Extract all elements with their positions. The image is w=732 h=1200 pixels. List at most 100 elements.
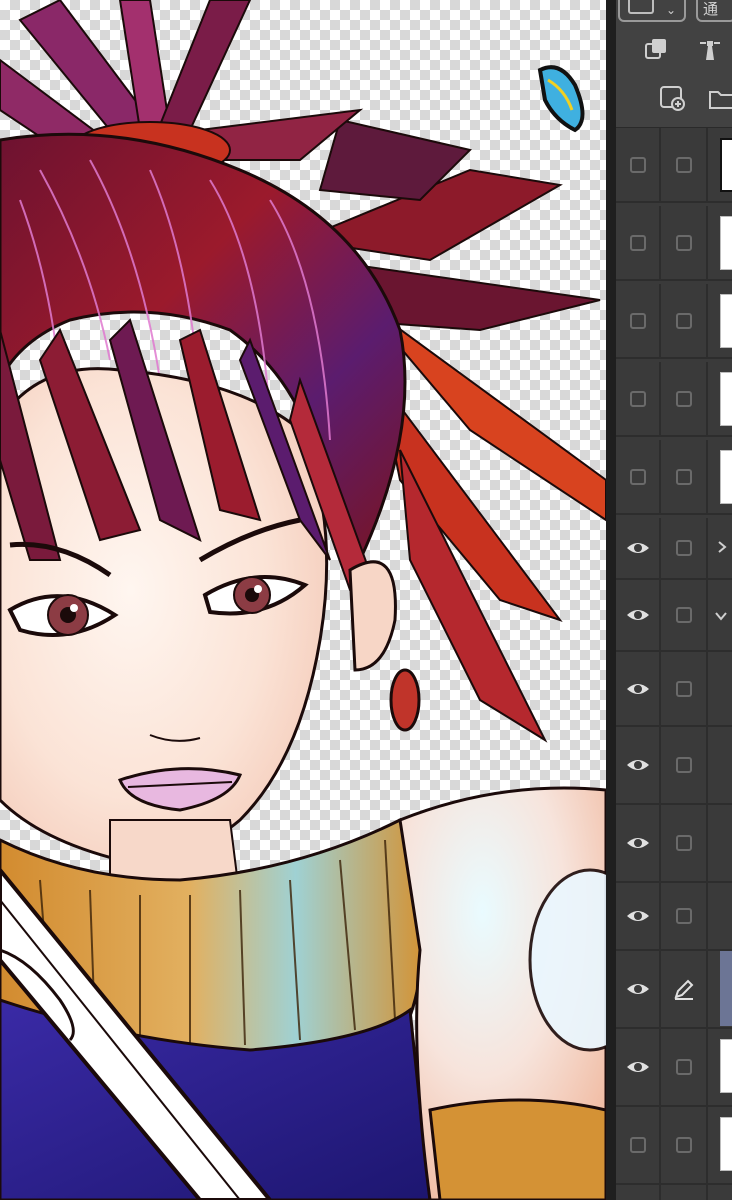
lock-checkbox[interactable] <box>675 835 692 851</box>
sleeve <box>428 1098 606 1200</box>
lighthouse-icon[interactable] <box>696 36 724 64</box>
character-illustration <box>0 0 606 1200</box>
layer-thumbnail <box>708 1107 732 1183</box>
lock-checkbox[interactable] <box>675 607 692 623</box>
layer-row[interactable] <box>616 206 732 281</box>
copy-layer-icon[interactable] <box>642 36 670 64</box>
layer-row[interactable] <box>616 362 732 437</box>
eye-icon[interactable] <box>626 681 650 697</box>
visibility-toggle[interactable] <box>616 1029 661 1105</box>
layer-row[interactable] <box>616 805 732 883</box>
folder-row[interactable] <box>616 518 732 580</box>
lock-toggle[interactable] <box>661 518 708 578</box>
visibility-toggle[interactable] <box>616 128 661 201</box>
layer-toolbar: ⌄ 通 <box>616 0 732 128</box>
eye-icon[interactable] <box>626 1059 650 1075</box>
visibility-checkbox[interactable] <box>629 312 646 329</box>
lock-toggle[interactable] <box>661 362 708 435</box>
lock-toggle[interactable] <box>661 284 708 357</box>
lock-toggle[interactable] <box>661 128 708 201</box>
lock-toggle[interactable] <box>661 1107 708 1183</box>
visibility-checkbox[interactable] <box>629 234 646 251</box>
visibility-checkbox[interactable] <box>629 468 646 485</box>
visibility-toggle[interactable] <box>616 727 661 803</box>
clip-studio-window: ⌄ 通 <box>0 0 732 1200</box>
layer-thumbnail <box>708 1185 732 1200</box>
lock-toggle[interactable] <box>661 883 708 949</box>
lock-toggle[interactable] <box>661 805 708 881</box>
visibility-toggle[interactable] <box>616 518 661 578</box>
lock-toggle[interactable] <box>661 440 708 513</box>
layer-row[interactable] <box>616 1185 732 1200</box>
chevron-right-icon[interactable] <box>716 540 728 554</box>
visibility-toggle[interactable] <box>616 284 661 357</box>
lock-checkbox[interactable] <box>675 1059 692 1075</box>
layer-row[interactable] <box>616 284 732 359</box>
panel-divider[interactable] <box>606 0 616 1200</box>
lock-checkbox[interactable] <box>675 908 692 924</box>
layer-thumbnail <box>708 128 732 201</box>
new-layer-icon[interactable] <box>658 84 686 112</box>
layer-thumbnail <box>708 1029 732 1105</box>
lock-checkbox[interactable] <box>675 390 692 407</box>
lock-toggle[interactable] <box>661 206 708 279</box>
chevron-down-icon[interactable] <box>714 610 728 622</box>
eye-icon[interactable] <box>626 607 650 623</box>
layer-panel: ⌄ 通 <box>616 0 732 1200</box>
layer-thumbnail <box>708 652 732 725</box>
lock-checkbox[interactable] <box>675 757 692 773</box>
visibility-toggle[interactable] <box>616 440 661 513</box>
layer-row[interactable] <box>616 883 732 951</box>
eye-icon[interactable] <box>626 540 650 556</box>
layer-thumbnail <box>708 805 732 881</box>
blend-mode-swatch <box>628 0 654 14</box>
lock-checkbox[interactable] <box>675 680 692 697</box>
lock-checkbox[interactable] <box>675 468 692 485</box>
visibility-toggle[interactable] <box>616 1185 661 1200</box>
lock-checkbox[interactable] <box>675 156 692 173</box>
folder-expand-toggle[interactable] <box>708 518 732 578</box>
folder-expand-toggle[interactable] <box>708 580 732 650</box>
visibility-toggle[interactable] <box>616 1107 661 1183</box>
eye-icon[interactable] <box>626 757 650 773</box>
blend-mode-dropdown[interactable]: ⌄ <box>618 0 686 22</box>
layer-thumbnail <box>708 440 732 513</box>
layer-row[interactable] <box>616 440 732 515</box>
folder-row[interactable] <box>616 580 732 652</box>
visibility-toggle[interactable] <box>616 580 661 650</box>
layer-row[interactable] <box>616 727 732 805</box>
earring <box>389 668 421 732</box>
visibility-toggle[interactable] <box>616 883 661 949</box>
lock-toggle[interactable] <box>661 727 708 803</box>
lock-toggle[interactable] <box>661 1029 708 1105</box>
layer-thumbnail <box>708 883 732 949</box>
active-layer-row[interactable] <box>616 951 732 1029</box>
visibility-toggle[interactable] <box>616 805 661 881</box>
layer-mode-chip[interactable]: 通 <box>696 0 732 22</box>
visibility-toggle[interactable] <box>616 951 661 1027</box>
visibility-toggle[interactable] <box>616 362 661 435</box>
lock-checkbox[interactable] <box>675 312 692 329</box>
layer-thumbnail <box>708 284 732 357</box>
layer-row[interactable] <box>616 652 732 727</box>
lock-checkbox[interactable] <box>675 234 692 251</box>
lock-checkbox[interactable] <box>675 1137 692 1153</box>
lock-toggle[interactable] <box>661 652 708 725</box>
visibility-toggle[interactable] <box>616 652 661 725</box>
eye-icon[interactable] <box>626 908 650 924</box>
lock-checkbox[interactable] <box>675 540 692 556</box>
visibility-checkbox[interactable] <box>629 390 646 407</box>
visibility-toggle[interactable] <box>616 206 661 279</box>
chevron-down-icon: ⌄ <box>665 3 676 17</box>
new-folder-icon[interactable] <box>708 84 732 112</box>
eye-icon[interactable] <box>626 981 650 997</box>
eye-icon[interactable] <box>626 835 650 851</box>
layer-row[interactable] <box>616 1107 732 1185</box>
layer-row[interactable] <box>616 128 732 203</box>
visibility-checkbox[interactable] <box>629 1137 646 1153</box>
drawing-canvas[interactable] <box>0 0 606 1200</box>
lock-toggle[interactable] <box>661 1185 708 1200</box>
layer-row[interactable] <box>616 1029 732 1107</box>
visibility-checkbox[interactable] <box>629 156 646 173</box>
lock-toggle[interactable] <box>661 580 708 650</box>
